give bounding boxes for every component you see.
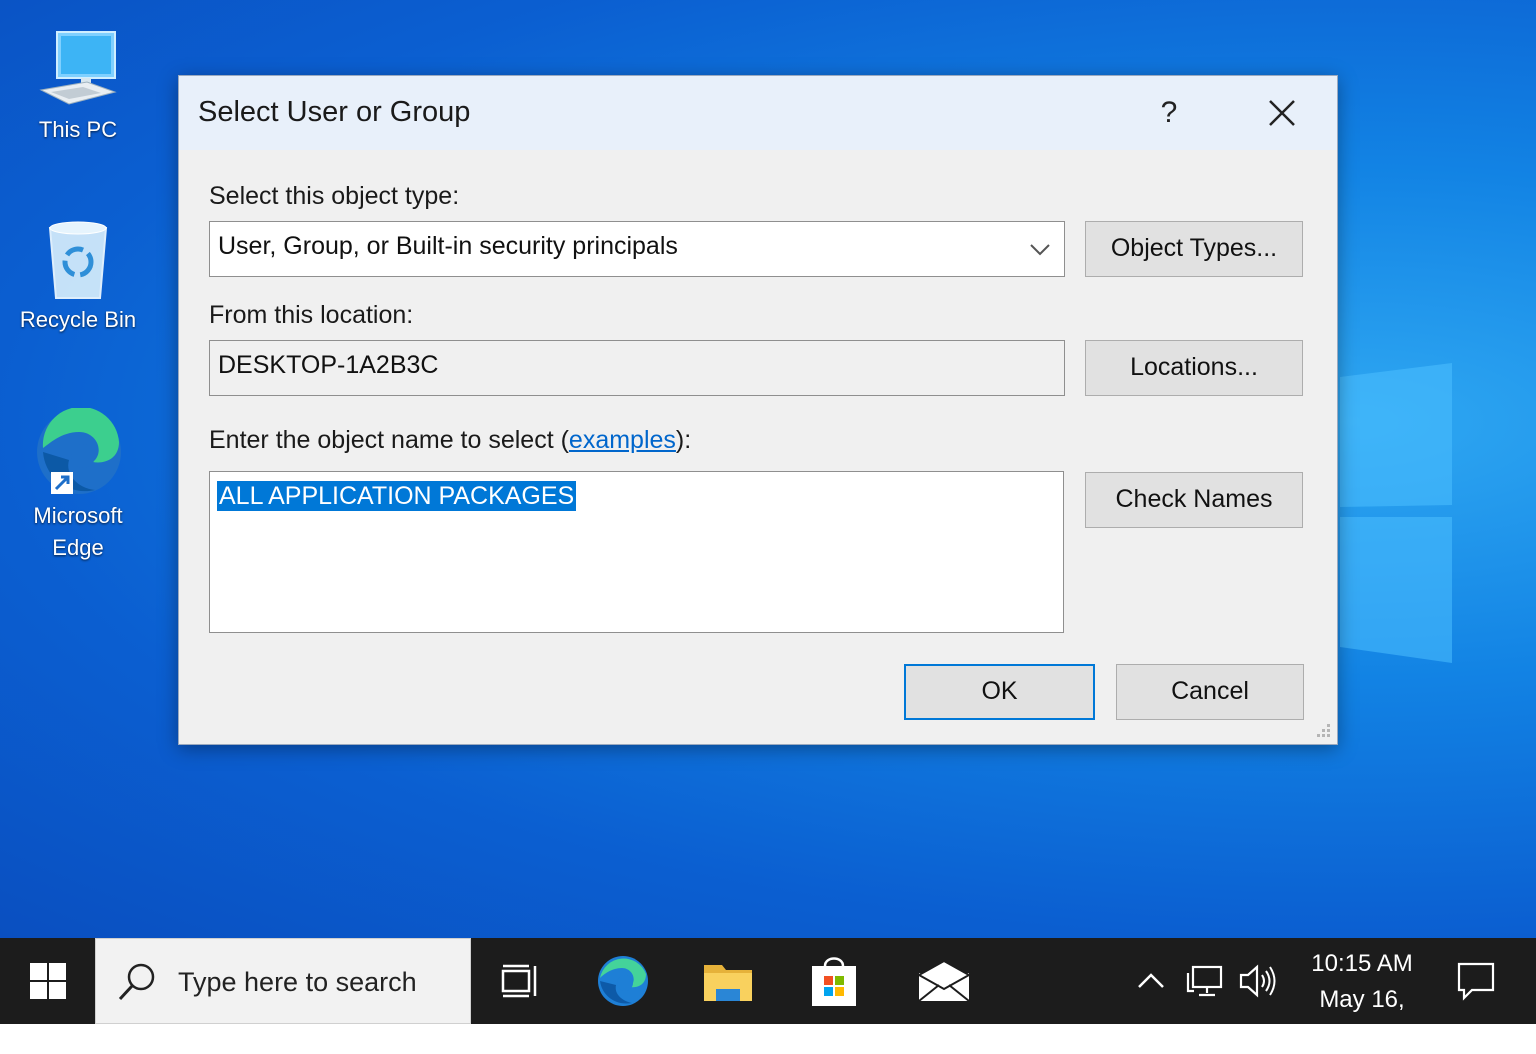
taskbar-edge-button[interactable] xyxy=(590,938,656,1024)
taskbar-store-button[interactable] xyxy=(804,938,864,1024)
mail-icon xyxy=(917,959,971,1002)
desktop-icon-microsoft-edge[interactable]: Microsoft Edge xyxy=(18,408,138,564)
selected-text: ALL APPLICATION PACKAGES xyxy=(217,481,577,511)
task-view-icon xyxy=(501,964,537,998)
object-name-label: Enter the object name to select (example… xyxy=(209,426,691,455)
show-hidden-icons-button[interactable] xyxy=(1130,938,1172,1024)
action-center-button[interactable] xyxy=(1446,938,1506,1024)
chevron-down-icon xyxy=(1030,244,1050,256)
search-icon xyxy=(118,963,155,1001)
location-label: From this location: xyxy=(209,301,414,329)
desktop-icon-label: This PC xyxy=(38,117,118,142)
locations-button[interactable]: Locations... xyxy=(1085,340,1303,396)
store-icon xyxy=(812,957,856,1006)
this-pc-icon xyxy=(39,31,117,105)
cancel-button[interactable]: Cancel xyxy=(1116,664,1304,720)
object-types-button[interactable]: Object Types... xyxy=(1085,221,1303,277)
close-icon xyxy=(1269,100,1295,126)
task-view-button[interactable] xyxy=(488,938,552,1024)
edge-icon xyxy=(37,408,121,494)
search-placeholder: Type here to search xyxy=(178,967,417,997)
dialog-title: Select User or Group xyxy=(198,96,471,128)
clock-date: May 16, 2026 xyxy=(1319,986,1405,1049)
location-value: DESKTOP-1A2B3C xyxy=(218,351,439,379)
desktop-icon-this-pc[interactable]: This PC xyxy=(18,28,138,146)
volume-icon xyxy=(1239,964,1276,998)
ok-button[interactable]: OK xyxy=(904,664,1095,720)
object-name-label-prefix: Enter the object name to select ( xyxy=(209,426,569,454)
taskbar: Type here to search 10:15 AM May 16, 202… xyxy=(0,938,1536,1049)
object-name-input[interactable]: ALL APPLICATION PACKAGES xyxy=(209,471,1064,633)
folder-icon xyxy=(704,965,752,1001)
edge-icon xyxy=(598,956,648,1006)
select-user-or-group-dialog: Select User or Group ? Select this objec… xyxy=(178,75,1338,745)
taskbar-mail-button[interactable] xyxy=(912,938,976,1024)
close-button[interactable] xyxy=(1247,90,1317,136)
object-type-value: User, Group, or Built-in security princi… xyxy=(218,232,678,260)
desktop-icon-recycle-bin[interactable]: Recycle Bin xyxy=(18,218,138,336)
help-button[interactable]: ? xyxy=(1134,90,1204,136)
windows-start-icon xyxy=(29,963,66,999)
check-names-button[interactable]: Check Names xyxy=(1085,472,1303,528)
chevron-up-icon xyxy=(1138,973,1164,988)
taskbar-clock[interactable]: 10:15 AM May 16, 2026 xyxy=(1290,946,1434,1054)
examples-link[interactable]: examples xyxy=(569,426,676,454)
dialog-titlebar[interactable]: Select User or Group ? xyxy=(179,76,1337,150)
taskbar-search-box[interactable]: Type here to search xyxy=(95,938,471,1024)
resize-grip-icon[interactable] xyxy=(1313,720,1331,738)
desktop-icon-label: Recycle Bin xyxy=(19,307,137,332)
clock-time: 10:15 AM xyxy=(1311,950,1413,977)
desktop-icon-label: Edge xyxy=(52,535,104,560)
location-field: DESKTOP-1A2B3C xyxy=(209,340,1065,396)
object-name-label-suffix: ): xyxy=(675,426,692,454)
network-icon xyxy=(1186,965,1223,997)
network-button[interactable] xyxy=(1182,938,1228,1024)
object-type-label: Select this object type: xyxy=(209,182,460,210)
taskbar-file-explorer-button[interactable] xyxy=(698,938,758,1024)
desktop-icon-label: Microsoft xyxy=(33,503,123,528)
notification-icon xyxy=(1457,962,1495,1001)
object-name-value: ALL APPLICATION PACKAGES xyxy=(217,481,577,511)
object-type-field[interactable]: User, Group, or Built-in security princi… xyxy=(209,221,1065,277)
recycle-bin-icon xyxy=(48,221,108,299)
start-button[interactable] xyxy=(0,938,95,1024)
volume-button[interactable] xyxy=(1234,938,1280,1024)
